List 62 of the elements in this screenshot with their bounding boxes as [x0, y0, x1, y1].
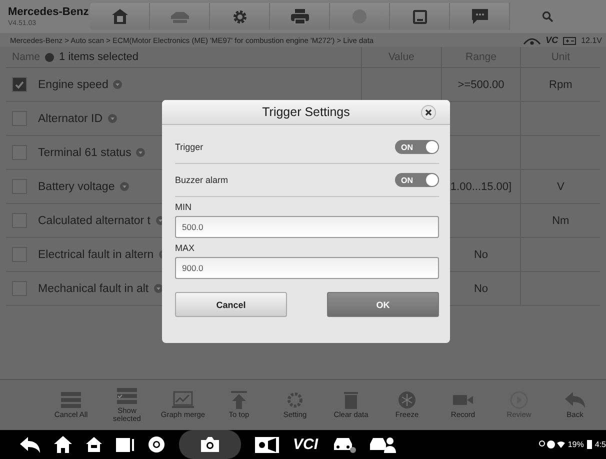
camera-button[interactable]: [179, 430, 241, 459]
back-icon[interactable]: [20, 436, 40, 452]
snow-icon: [396, 390, 418, 409]
setting-label: Buzzer alarm: [175, 175, 228, 185]
parameter-name: Calculated alternator t: [38, 214, 151, 226]
unit-cell: Rpm: [549, 78, 572, 90]
input-field[interactable]: 900.0: [175, 257, 439, 279]
input-field[interactable]: 500.0: [175, 216, 439, 238]
parameter-name: Terminal 61 status: [38, 146, 132, 158]
close-icon[interactable]: [421, 105, 436, 120]
parameter-name: Mechanical fault in alt: [38, 282, 149, 294]
back-icon: [564, 390, 586, 409]
unit-cell: V: [557, 180, 564, 192]
settings-icon: [232, 8, 248, 24]
save-icon: [412, 10, 426, 24]
app-title: Mercedes-Benz: [8, 6, 90, 18]
ok-button[interactable]: OK: [327, 292, 439, 317]
battery-icon: [563, 36, 576, 44]
range-cell: 1.00...15.00]: [450, 180, 512, 192]
toggle-switch[interactable]: ON: [395, 140, 439, 154]
circle-icon: [352, 9, 367, 24]
range-cell: No: [474, 282, 488, 294]
field-label: MIN: [175, 202, 192, 212]
setting-label: Trigger: [175, 142, 204, 152]
car-person-icon[interactable]: [370, 436, 396, 453]
vci-button[interactable]: VCI: [293, 436, 318, 453]
house-icon[interactable]: [86, 437, 102, 452]
dialog-title: Trigger Settings: [262, 105, 350, 119]
selection-count: 1 items selected: [59, 51, 138, 63]
car-icon[interactable]: [332, 436, 356, 452]
printer-icon: [290, 9, 308, 24]
dot-icon: [45, 52, 54, 62]
list-icon: [60, 390, 82, 409]
recent-apps-icon[interactable]: [116, 438, 134, 452]
signal-arc-icon: [522, 36, 541, 44]
cancel-button[interactable]: Cancel: [175, 292, 287, 317]
vci-label: VC: [546, 35, 558, 45]
search-icon[interactable]: [542, 11, 553, 22]
browser-icon[interactable]: [148, 436, 165, 453]
range-cell: >=500.00: [458, 78, 504, 90]
clock: 4:5: [594, 440, 606, 449]
unit-cell: Nm: [552, 214, 570, 226]
field-label: MAX: [175, 243, 196, 253]
battery-percent: 19%: [568, 440, 584, 449]
battery-icon: [586, 440, 592, 449]
check-icon: [15, 80, 24, 88]
home-icon: [112, 9, 128, 24]
parameter-name: Alternator ID: [38, 112, 103, 124]
camera-icon: [201, 437, 219, 452]
row-checkbox[interactable]: [12, 77, 27, 92]
checklist-icon: [116, 386, 138, 404]
range-cell: No: [474, 248, 488, 260]
graph-icon: [172, 390, 194, 409]
parameter-name: Engine speed: [38, 78, 108, 90]
chat-icon: [472, 9, 488, 24]
toggle-switch[interactable]: ON: [395, 173, 439, 187]
parameter-name: Battery voltage: [38, 180, 115, 192]
dropdown-icon[interactable]: [154, 284, 163, 293]
top-icon: [228, 390, 250, 409]
voltage-reading: 12.1V: [581, 36, 602, 44]
parameter-name: Electrical fault in altern: [38, 248, 154, 260]
home-icon[interactable]: [54, 436, 72, 453]
